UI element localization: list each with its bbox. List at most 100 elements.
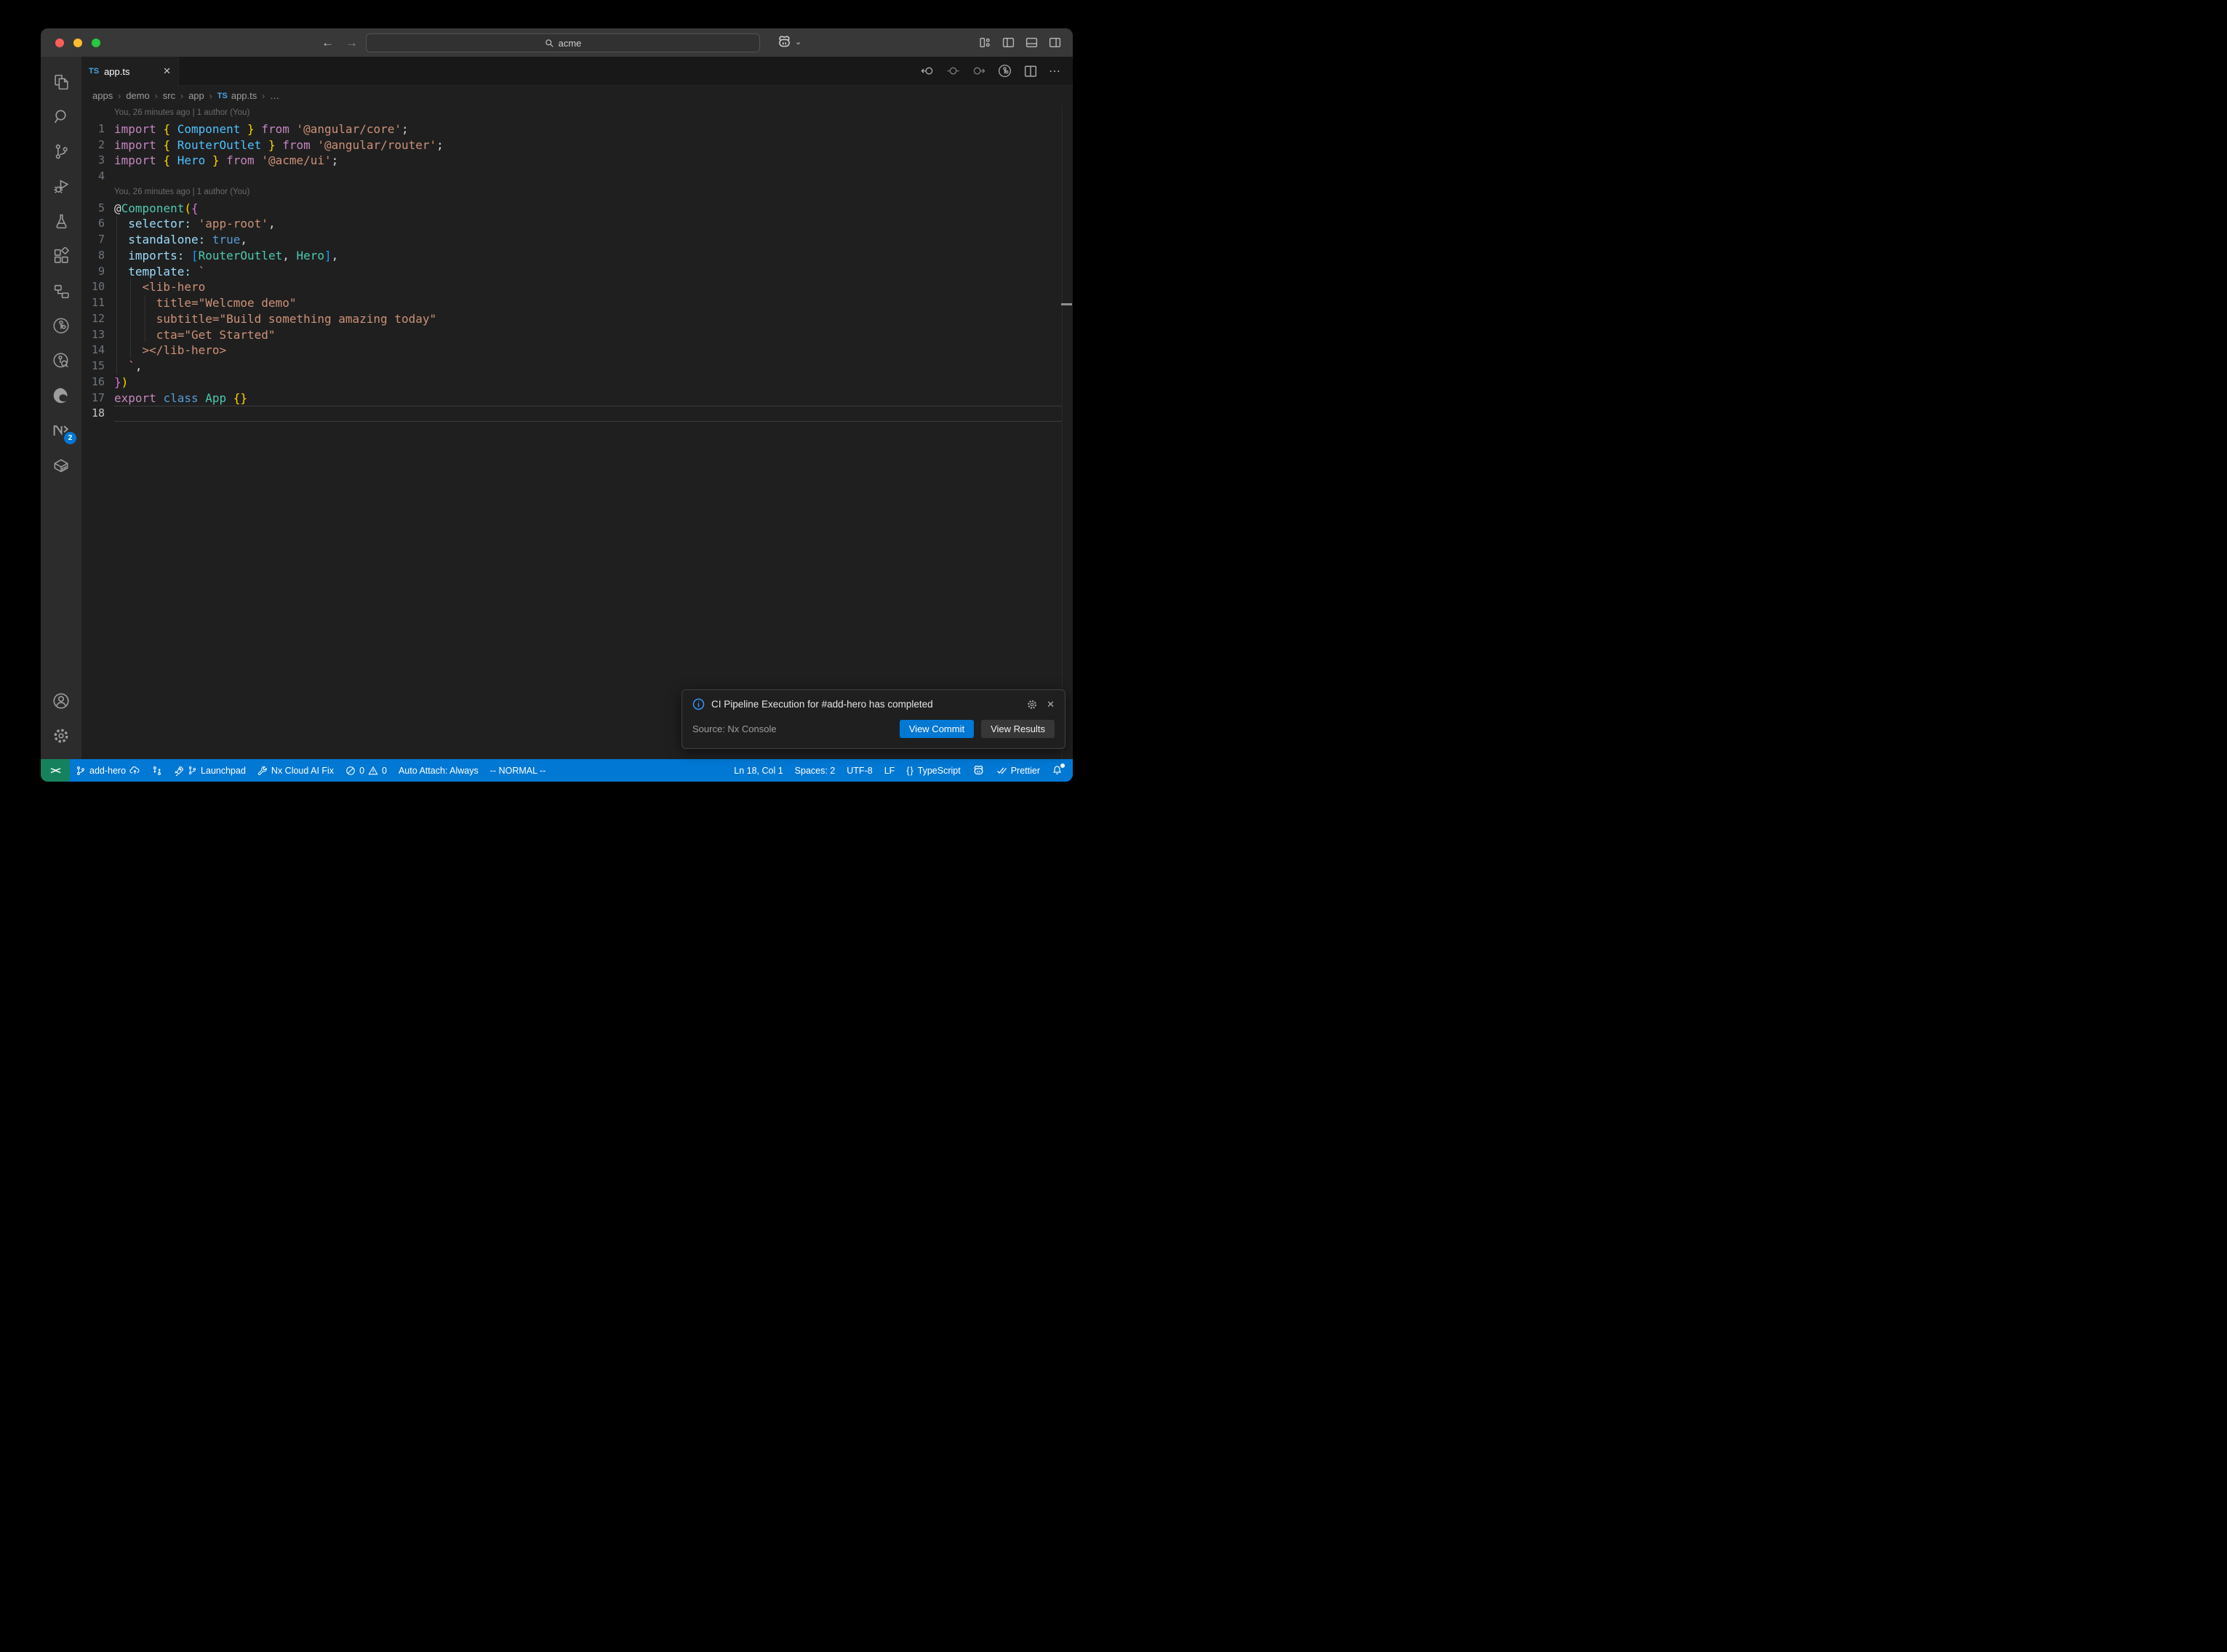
code-line[interactable]: 13 cta="Get Started" (81, 327, 1073, 343)
code-line[interactable]: 2import { RouterOutlet } from '@angular/… (81, 137, 1073, 153)
testing-icon[interactable] (41, 204, 81, 238)
indentation-item[interactable]: Spaces: 2 (789, 759, 841, 782)
formatter-item[interactable]: Prettier (991, 759, 1046, 782)
gitlens-icon[interactable] (41, 308, 81, 343)
problems-item[interactable]: 0 0 (340, 759, 393, 782)
code-line[interactable]: 15 `, (81, 358, 1073, 374)
search-value: acme (559, 38, 582, 49)
scrollbar-gutter[interactable] (1062, 105, 1063, 759)
current-position-icon[interactable] (946, 64, 960, 78)
eol-item[interactable]: LF (879, 759, 901, 782)
editor-toolbar: ⋯ (921, 57, 1073, 85)
copilot-menu[interactable]: ⌄ (777, 34, 801, 49)
tab-app-ts[interactable]: TS app.ts ✕ (81, 57, 179, 86)
code-line[interactable]: 14 ></lib-hero> (81, 342, 1073, 358)
breadcrumb-item[interactable]: apps (92, 90, 113, 101)
toggle-primary-sidebar-icon[interactable] (1002, 36, 1015, 49)
tab-label: app.ts (104, 66, 158, 77)
breadcrumb-item[interactable]: TSapp.ts (217, 90, 257, 101)
breadcrumb-item[interactable]: app (188, 90, 204, 101)
copilot-icon (777, 34, 792, 49)
code-line[interactable]: 17export class App {} (81, 390, 1073, 406)
close-window-button[interactable] (55, 39, 64, 47)
typescript-file-icon: TS (89, 67, 99, 76)
line-number: 6 (81, 216, 114, 232)
code-line[interactable]: 1import { Component } from '@angular/cor… (81, 121, 1073, 137)
cloud-upload-icon (129, 765, 140, 776)
go-back-icon[interactable] (921, 64, 935, 78)
view-commit-button[interactable]: View Commit (900, 720, 974, 738)
errors-icon (345, 766, 356, 776)
line-number: 10 (81, 279, 114, 295)
code-line[interactable]: 4 (81, 169, 1073, 185)
title-bar: ← → acme ⌄ (41, 28, 1073, 57)
run-debug-icon[interactable] (41, 169, 81, 204)
notification-toast: CI Pipeline Execution for #add-hero has … (681, 689, 1065, 749)
code-line[interactable]: 7 standalone: true, (81, 232, 1073, 248)
more-actions-icon[interactable]: ⋯ (1049, 64, 1061, 79)
code-line[interactable]: 9 template: ` (81, 264, 1073, 280)
auto-attach-item[interactable]: Auto Attach: Always (393, 759, 484, 782)
vim-mode-item[interactable]: -- NORMAL -- (484, 759, 552, 782)
line-number: 8 (81, 248, 114, 264)
code-line[interactable]: 18 (81, 406, 1073, 422)
code-line[interactable]: 3import { Hero } from '@acme/ui'; (81, 153, 1073, 169)
code-line[interactable]: 5@Component({ (81, 201, 1073, 217)
copilot-icon (972, 764, 985, 777)
launchpad-item[interactable]: Launchpad (168, 759, 252, 782)
nav-forward-icon[interactable]: → (345, 36, 358, 50)
code-line[interactable]: 6 selector: 'app-root', (81, 216, 1073, 232)
containers-icon[interactable] (41, 448, 81, 483)
braces-icon: {} (906, 766, 913, 776)
branch-name: add-hero (89, 766, 126, 776)
encoding-item[interactable]: UTF-8 (841, 759, 878, 782)
gitlens-search-icon[interactable] (41, 343, 81, 378)
notification-settings-icon[interactable] (1026, 699, 1038, 710)
nav-back-icon[interactable]: ← (321, 36, 334, 50)
breadcrumb-item[interactable]: demo (126, 90, 150, 101)
view-results-button[interactable]: View Results (981, 720, 1055, 738)
branch-item[interactable]: add-hero (70, 759, 146, 782)
code-line[interactable]: 16}) (81, 374, 1073, 390)
breadcrumb-separator: › (262, 91, 265, 101)
hierarchy-view-icon[interactable] (41, 273, 81, 308)
edge-tools-icon[interactable] (41, 378, 81, 413)
notifications-bell-item[interactable] (1046, 759, 1068, 782)
customize-layout-icon[interactable] (979, 36, 991, 49)
extensions-icon[interactable] (41, 238, 81, 273)
git-compare-item[interactable] (146, 759, 168, 782)
breadcrumb-separator: › (180, 91, 183, 101)
command-center-search[interactable]: acme (366, 33, 760, 52)
code-line[interactable]: 11 title="Welcmoe demo" (81, 295, 1073, 311)
code-editor[interactable]: You, 26 minutes ago | 1 author (You)1imp… (81, 105, 1073, 759)
commit-graph-icon[interactable] (997, 63, 1012, 79)
code-line[interactable]: 12 subtitle="Build something amazing tod… (81, 311, 1073, 327)
breadcrumb-item[interactable]: src (163, 90, 175, 101)
nx-console-icon[interactable]: 2 (41, 413, 81, 448)
wrench-icon (257, 766, 268, 776)
language-mode-item[interactable]: {} TypeScript (900, 759, 966, 782)
code-line[interactable]: 10 <lib-hero (81, 279, 1073, 295)
zoom-window-button[interactable] (92, 39, 100, 47)
tab-close-icon[interactable]: ✕ (163, 65, 171, 77)
minimize-window-button[interactable] (73, 39, 82, 47)
explorer-icon[interactable] (41, 64, 81, 99)
toggle-secondary-sidebar-icon[interactable] (1049, 36, 1061, 49)
nx-cloud-fix-item[interactable]: Nx Cloud AI Fix (252, 759, 340, 782)
split-editor-icon[interactable] (1024, 65, 1037, 78)
accounts-icon[interactable] (41, 683, 81, 718)
line-number: 16 (81, 374, 114, 390)
remote-indicator[interactable]: >< (41, 759, 70, 782)
source-control-icon[interactable] (41, 134, 81, 169)
breadcrumb-item[interactable]: … (270, 90, 279, 101)
cursor-position-item[interactable]: Ln 18, Col 1 (728, 759, 788, 782)
settings-gear-icon[interactable] (41, 718, 81, 753)
search-view-icon[interactable] (41, 99, 81, 134)
toggle-panel-icon[interactable] (1025, 36, 1038, 49)
notification-close-icon[interactable]: ✕ (1047, 699, 1055, 710)
nx-badge: 2 (64, 432, 76, 444)
copilot-status-item[interactable] (967, 759, 991, 782)
warning-count: 0 (382, 766, 387, 776)
code-line[interactable]: 8 imports: [RouterOutlet, Hero], (81, 248, 1073, 264)
go-forward-icon[interactable] (972, 64, 985, 78)
